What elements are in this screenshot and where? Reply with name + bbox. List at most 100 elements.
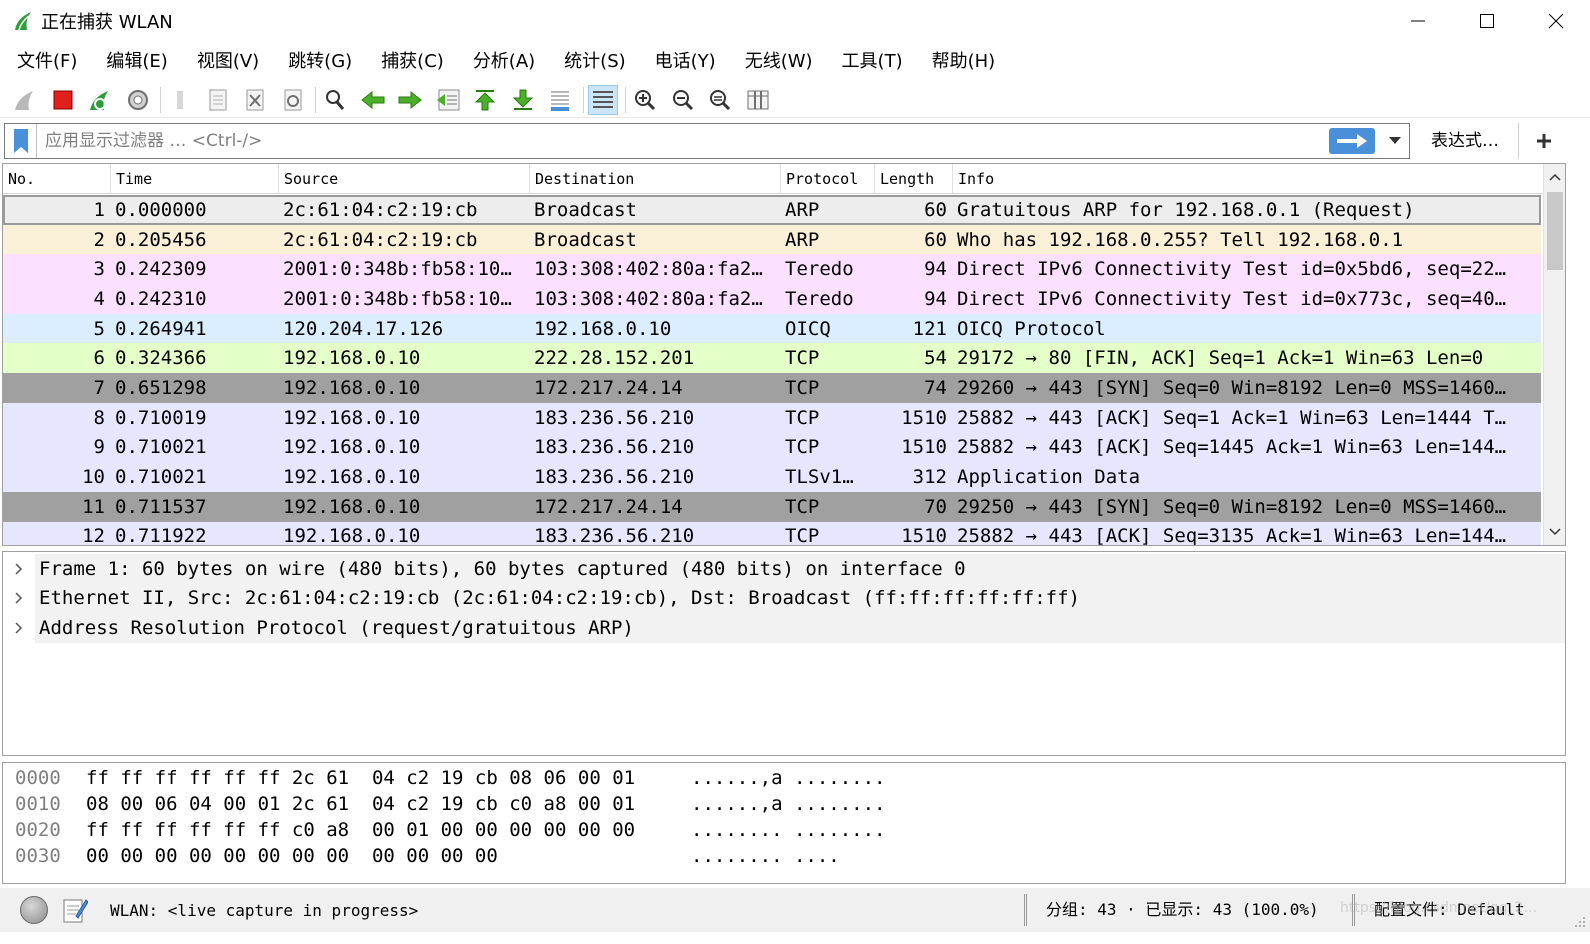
expand-arrow[interactable] (3, 583, 35, 614)
scroll-up-button[interactable] (1544, 166, 1565, 188)
column-header-destination[interactable]: Destination (530, 164, 781, 194)
expand-arrow[interactable] (3, 613, 35, 643)
resize-columns-button[interactable] (743, 85, 773, 115)
filter-history-dropdown[interactable] (1381, 124, 1409, 158)
minimize-button[interactable] (1383, 0, 1452, 42)
packet-row[interactable]: 12 0.711922 192.168.0.10 183.236.56.210 … (3, 521, 1541, 546)
cell-destination: 103:308:402:80a:fa2… (534, 287, 763, 310)
go-back-button[interactable] (358, 85, 388, 115)
save-file-button[interactable] (203, 85, 233, 115)
packet-row[interactable]: 11 0.711537 192.168.0.10 172.217.24.14 T… (3, 491, 1541, 522)
packet-list-scrollbar[interactable] (1543, 164, 1565, 545)
restart-capture-button[interactable] (85, 85, 115, 115)
zoom-in-button[interactable] (630, 85, 660, 115)
packet-row[interactable]: 3 0.242309 2001:0:348b:fb58:10… 103:308:… (3, 254, 1541, 285)
menu-view[interactable]: 视图(V) (185, 44, 271, 80)
menu-analyze[interactable]: 分析(A) (461, 44, 547, 80)
cell-destination: 222.28.152.201 (534, 347, 695, 370)
autoscroll-button[interactable] (545, 85, 575, 115)
colorize-button[interactable] (587, 84, 618, 115)
column-header-no[interactable]: No. (3, 164, 111, 194)
packet-row[interactable]: 7 0.651298 192.168.0.10 172.217.24.14 TC… (3, 373, 1541, 403)
zoom-reset-button[interactable] (705, 85, 735, 115)
chevron-right-icon (15, 563, 23, 575)
bytes-row[interactable]: 0000 ff ff ff ff ff ff 2c 61 04 c2 19 cb… (3, 765, 1565, 791)
bookmark-icon (13, 129, 28, 153)
find-packet-button[interactable] (320, 85, 350, 115)
column-header-protocol[interactable]: Protocol (781, 164, 875, 194)
column-header-info[interactable]: Info (953, 164, 1543, 194)
close-button[interactable] (1521, 0, 1590, 42)
display-filter-input[interactable] (37, 125, 1329, 157)
stop-icon (53, 90, 72, 109)
detail-tree-item-arp[interactable]: Address Resolution Protocol (request/gra… (3, 613, 1565, 643)
menu-tools[interactable]: 工具(T) (830, 44, 915, 80)
search-icon (326, 89, 345, 110)
packet-row[interactable]: 1 0.000000 2c:61:04:c2:19:cb Broadcast A… (3, 195, 1541, 225)
detail-tree-item-ethernet[interactable]: Ethernet II, Src: 2c:61:04:c2:19:cb (2c:… (3, 583, 1565, 614)
packet-rows: 1 0.000000 2c:61:04:c2:19:cb Broadcast A… (3, 195, 1541, 546)
zoom-out-button[interactable] (668, 85, 698, 115)
zoom-in-icon (635, 89, 656, 110)
arrow-bottom-icon (512, 89, 533, 110)
bytes-ascii: ........ .... (691, 845, 840, 867)
menu-capture[interactable]: 捕获(C) (369, 44, 456, 80)
cell-time: 0.711537 (115, 495, 207, 518)
packet-row[interactable]: 10 0.710021 192.168.0.10 183.236.56.210 … (3, 462, 1541, 492)
stop-capture-button[interactable] (48, 85, 78, 115)
column-header-source[interactable]: Source (279, 164, 530, 194)
capture-comment-icon[interactable] (62, 896, 88, 924)
menu-statistics[interactable]: 统计(S) (552, 44, 637, 80)
expression-button[interactable]: 表达式… (1420, 123, 1510, 159)
packet-row[interactable]: 9 0.710021 192.168.0.10 183.236.56.210 T… (3, 432, 1541, 463)
menu-help[interactable]: 帮助(H) (920, 44, 1008, 80)
cell-info: 25882 → 443 [ACK] Seq=3135 Ack=1 Win=63 … (957, 525, 1507, 546)
detail-tree-item-frame[interactable]: Frame 1: 60 bytes on wire (480 bits), 60… (3, 554, 1565, 584)
status-separator[interactable] (1024, 894, 1027, 926)
resize-columns-icon (747, 90, 768, 109)
start-capture-button[interactable] (10, 85, 40, 115)
packet-row[interactable]: 8 0.710019 192.168.0.10 183.236.56.210 T… (3, 402, 1541, 433)
filter-bookmark-button[interactable] (5, 124, 37, 158)
go-forward-button[interactable] (395, 85, 425, 115)
go-to-packet-button[interactable] (433, 85, 463, 115)
packet-row[interactable]: 5 0.264941 120.204.17.126 192.168.0.10 O… (3, 313, 1541, 344)
packet-row[interactable]: 4 0.242310 2001:0:348b:fb58:10… 103:308:… (3, 284, 1541, 314)
bytes-row[interactable]: 0020 ff ff ff ff ff ff c0 a8 00 01 00 00… (3, 817, 1565, 843)
capture-options-button[interactable] (123, 85, 153, 115)
first-packet-button[interactable] (470, 85, 500, 115)
cell-length: 1510 (901, 525, 947, 546)
reload-file-button[interactable] (278, 85, 308, 115)
menu-file[interactable]: 文件(F) (5, 44, 89, 80)
apply-filter-button[interactable] (1329, 128, 1375, 154)
menu-wireless[interactable]: 无线(W) (733, 44, 825, 80)
menu-telephony[interactable]: 电话(Y) (643, 44, 728, 80)
menu-edit[interactable]: 编辑(E) (94, 44, 179, 80)
scroll-down-button[interactable] (1544, 521, 1565, 543)
bytes-row[interactable]: 0010 08 00 06 04 00 01 2c 61 04 c2 19 cb… (3, 791, 1565, 817)
menu-go[interactable]: 跳转(G) (276, 44, 364, 80)
column-header-length[interactable]: Length (875, 164, 953, 194)
last-packet-button[interactable] (508, 85, 538, 115)
cell-source: 192.168.0.10 (283, 406, 421, 429)
expert-info-led-icon[interactable] (20, 896, 48, 924)
watermark-text: https://blog.csdn.net/qq_2… (1340, 900, 1538, 916)
cell-info: Direct IPv6 Connectivity Test id=0x5bd6,… (957, 258, 1507, 281)
close-file-button[interactable] (240, 85, 270, 115)
cell-protocol: Teredo (785, 287, 854, 310)
toolbar-separator (315, 86, 316, 113)
expand-arrow[interactable] (3, 554, 35, 584)
add-filter-button[interactable] (1518, 123, 1568, 159)
bytes-offset: 0020 (15, 819, 61, 841)
resize-grip-icon[interactable] (1572, 914, 1586, 928)
scroll-thumb[interactable] (1547, 192, 1563, 270)
zoom-out-icon (672, 89, 693, 110)
packet-row[interactable]: 6 0.324366 192.168.0.10 222.28.152.201 T… (3, 343, 1541, 374)
cell-length: 1510 (901, 406, 947, 429)
packet-row[interactable]: 2 0.205456 2c:61:04:c2:19:cb Broadcast A… (3, 224, 1541, 255)
column-header-time[interactable]: Time (111, 164, 279, 194)
maximize-button[interactable] (1452, 0, 1521, 42)
file-close-icon (246, 89, 264, 110)
open-file-button[interactable] (165, 85, 195, 115)
bytes-row[interactable]: 0030 00 00 00 00 00 00 00 00 00 00 00 00… (3, 843, 1565, 869)
